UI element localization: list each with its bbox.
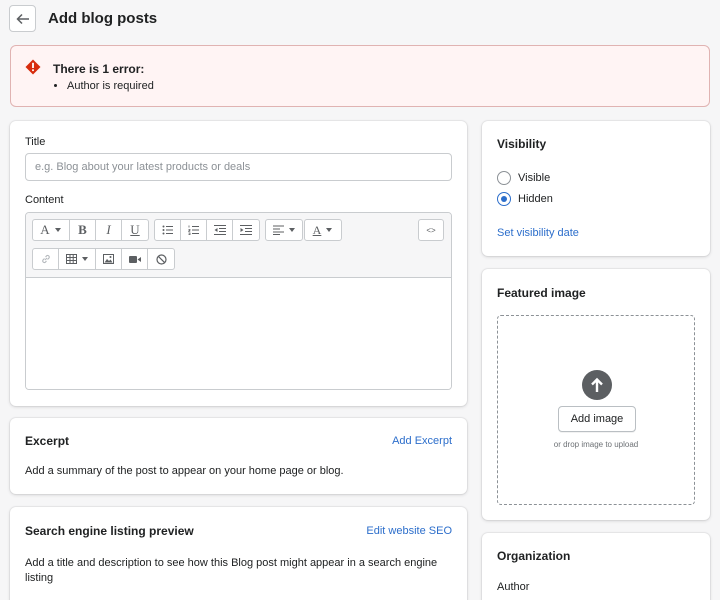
arrow-up-circle-icon [582,370,612,400]
numbered-list-icon [187,225,199,235]
add-image-button[interactable]: Add image [558,406,636,432]
align-dropdown[interactable] [266,220,302,240]
bold-icon: B [78,222,87,237]
insert-image-button[interactable] [96,249,122,269]
error-item: Author is required [67,80,154,92]
arrow-left-icon [15,13,29,24]
error-diamond-icon [25,59,41,75]
radio-button[interactable] [497,171,511,185]
error-banner: There is 1 error: Author is required [10,45,710,107]
text-color-icon: A [312,222,322,237]
underline-button[interactable]: U [122,220,148,240]
editor-toolbar: A B I U A <> [26,213,451,278]
numbered-list-button[interactable] [181,220,207,240]
text-color-group: A [304,219,342,241]
seo-title: Search engine listing preview [25,524,194,538]
video-icon [128,255,141,263]
show-html-button[interactable]: <> [419,220,443,240]
text-format-group: A B I U [32,219,149,241]
set-visibility-date-link[interactable]: Set visibility date [497,227,579,239]
clear-formatting-icon [155,253,167,265]
text-color-dropdown[interactable]: A [305,220,341,240]
featured-image-card: Featured image Add image or drop image t… [482,269,710,520]
clear-formatting-button[interactable] [148,249,174,269]
page-title: Add blog posts [48,10,158,27]
html-group: <> [418,219,444,241]
error-list: Author is required [67,80,154,92]
bulleted-list-icon [162,225,173,235]
insert-table-dropdown[interactable] [59,249,96,269]
seo-card: Search engine listing preview Edit websi… [10,507,467,600]
title-label: Title [25,136,46,148]
font-a-icon: A [40,222,50,237]
visibility-option-hidden[interactable]: Hidden [497,192,553,206]
align-group [265,219,303,241]
insert-group [32,248,175,270]
featured-image-title: Featured image [497,286,586,300]
image-icon [103,254,114,264]
caret-down-icon [288,228,295,232]
radio-button[interactable] [497,192,511,206]
add-excerpt-link[interactable]: Add Excerpt [392,435,452,447]
editor-content-area[interactable] [26,278,451,389]
underline-icon: U [130,222,140,237]
insert-video-button[interactable] [122,249,148,269]
back-button[interactable] [9,5,36,32]
rich-text-editor: A B I U A <> [25,212,452,390]
caret-down-icon [326,228,333,232]
font-style-dropdown[interactable]: A [33,220,70,240]
italic-button[interactable]: I [96,220,122,240]
organization-card: Organization Author [482,533,710,600]
insert-link-button[interactable] [33,249,59,269]
seo-description: Add a title and description to see how t… [25,557,438,584]
bold-button[interactable]: B [70,220,96,240]
bulleted-list-button[interactable] [155,220,181,240]
excerpt-title: Excerpt [25,434,70,448]
image-dropzone[interactable]: Add image or drop image to upload [497,315,695,505]
code-icon: <> [426,225,436,235]
content-label: Content [25,194,64,206]
visibility-option-visible[interactable]: Visible [497,171,550,185]
caret-down-icon [81,257,88,261]
excerpt-card: Excerpt Add Excerpt Add a summary of the… [10,418,467,494]
table-icon [65,254,77,264]
drop-hint: or drop image to upload [553,440,639,449]
organization-title: Organization [497,549,571,563]
outdent-button[interactable] [207,220,233,240]
title-input[interactable] [25,153,452,181]
edit-seo-link[interactable]: Edit website SEO [366,525,452,537]
visibility-title: Visibility [497,137,547,151]
indent-button[interactable] [233,220,259,240]
list-indent-group [154,219,260,241]
indent-icon [240,225,252,235]
radio-label: Hidden [518,193,553,205]
caret-down-icon [54,228,61,232]
link-icon [41,254,50,264]
author-label: Author [497,581,530,593]
error-title: There is 1 error: [53,62,145,76]
excerpt-description: Add a summary of the post to appear on y… [25,465,344,477]
align-left-icon [272,225,284,235]
visibility-card: Visibility Visible Hidden Set visibility… [482,121,710,256]
outdent-icon [213,225,226,235]
post-content-card: Title Content A B I U [10,121,467,406]
italic-icon: I [106,222,111,237]
radio-label: Visible [518,172,551,184]
